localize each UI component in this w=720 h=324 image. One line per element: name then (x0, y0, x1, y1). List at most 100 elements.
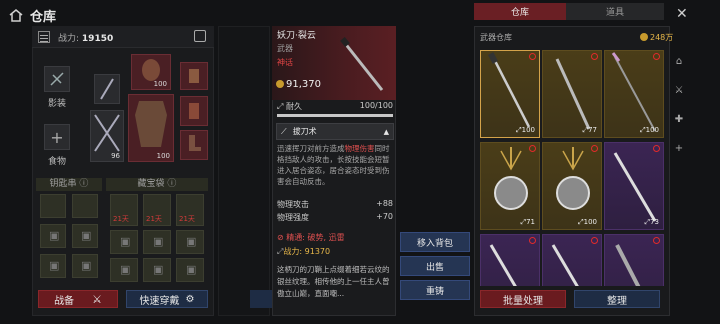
hidden-button[interactable] (250, 290, 272, 308)
save-icon[interactable] (194, 30, 206, 42)
timer-label: 21天 (113, 215, 129, 223)
dagger-icon (100, 78, 114, 100)
warehouse-item-cell[interactable]: ⤢77 (542, 50, 602, 138)
warehouse-home-icon (9, 9, 23, 22)
skill-row[interactable]: ⟋ 拔刀术 ▲ (276, 123, 394, 140)
gloves-slot[interactable] (180, 62, 208, 90)
durability-count: ⤢77 (582, 126, 597, 134)
durability-count: ⤢100 (578, 218, 597, 226)
inventory-grid-bg (218, 26, 270, 316)
spear-icon (611, 52, 656, 132)
armor-slot[interactable]: 100 (128, 94, 174, 162)
food-add-slot[interactable]: + (44, 124, 70, 150)
bracer-icon (189, 103, 199, 119)
sword-filter-icon[interactable]: ⚔ (672, 85, 686, 96)
warehouse-item-cell[interactable] (604, 234, 664, 286)
menu-icon[interactable] (38, 31, 50, 43)
item-lore: 这柄刀的刀鞘上点缀着细若云纹的银丝纹理。相传他的上一任主人曾傲立山巅，直面嘲..… (277, 265, 390, 298)
warehouse-item-cell[interactable] (480, 234, 540, 286)
treasure-slot[interactable]: 21天 (176, 194, 204, 226)
locked-slot: ▣ (176, 230, 204, 254)
sword-icon (613, 152, 657, 222)
treasure-bag-header: 藏宝袋 ⓘ (106, 178, 208, 191)
locked-slot: ▣ (72, 254, 98, 278)
warehouse-item-cell[interactable]: ⤢100 (480, 50, 540, 138)
weapon-swap-icon: ⚔ (92, 292, 102, 306)
helmet-slot[interactable]: 100 (131, 54, 171, 90)
locked-icon (591, 237, 598, 244)
lock-icon: ▣ (153, 235, 164, 248)
skill-icon: ⟋ (281, 126, 287, 136)
page-title: 仓库 (30, 10, 57, 25)
tab-warehouse[interactable]: 仓库 (474, 3, 566, 20)
key-slot[interactable] (72, 194, 98, 218)
item-price: 91,370 (276, 79, 321, 90)
locked-slot: ▣ (40, 254, 66, 278)
katana-icon (488, 52, 531, 128)
locked-icon (653, 145, 660, 152)
collapse-icon: ▲ (383, 127, 389, 136)
warehouse-item-cell[interactable]: ⤢100 (604, 50, 664, 138)
censer-icon (494, 147, 528, 210)
lock-icon: ▣ (49, 229, 60, 242)
coin-icon (640, 33, 648, 41)
coin-icon (276, 80, 284, 88)
lock-icon: ▣ (81, 229, 92, 242)
batch-process-button[interactable]: 批量处理 (480, 290, 566, 308)
sort-button[interactable]: 整理 (574, 290, 660, 308)
bracer-slot[interactable] (180, 96, 208, 126)
lock-icon: ▣ (186, 263, 197, 276)
helmet-durability: 100 (153, 80, 167, 88)
warehouse-item-cell[interactable]: ⤢100 (542, 142, 602, 230)
food-label: 食物 (47, 157, 66, 167)
tab-items[interactable]: 道具 (566, 3, 664, 20)
weapon-durability: 96 (111, 152, 120, 160)
treasure-slot[interactable]: 21天 (143, 194, 171, 226)
locked-icon (529, 237, 536, 244)
timer-label: 21天 (146, 215, 162, 223)
add-icon[interactable]: + (672, 143, 686, 154)
locked-slot: ▣ (176, 258, 204, 282)
locked-icon (529, 145, 536, 152)
skill-description: 迅速挥刀对前方造成物理伤害同时格挡敌人的攻击，长按技能会短暂进入居合姿态，居合姿… (277, 144, 390, 186)
armor-icon (135, 101, 167, 147)
armor-filter-icon[interactable]: ✚ (672, 114, 686, 125)
durability-count: ⤢71 (520, 218, 535, 226)
home-icon[interactable]: ⌂ (672, 56, 686, 67)
close-icon[interactable]: ✕ (676, 6, 688, 22)
appearance-slot[interactable] (44, 66, 70, 92)
sell-button[interactable]: 出售 (400, 256, 470, 276)
locked-icon (653, 53, 660, 60)
warehouse-item-cell[interactable]: ⤢71 (480, 142, 540, 230)
gold-readout: 248万 (640, 32, 673, 43)
battle-ready-button[interactable]: 战备 ⚔ (38, 290, 118, 308)
boots-icon (189, 135, 201, 151)
settings-gear-icon: ⚙ (185, 293, 195, 305)
treasure-slot[interactable]: 21天 (110, 194, 138, 226)
lock-icon: ▣ (120, 263, 131, 276)
warehouse-item-cell[interactable]: ⤢73 (604, 142, 664, 230)
boots-slot[interactable] (180, 130, 208, 160)
durability-count: ⤢73 (644, 218, 659, 226)
warehouse-title: 武器仓库 (480, 33, 512, 42)
dagger-slot[interactable] (94, 74, 120, 104)
move-to-bag-button[interactable]: 移入背包 (400, 232, 470, 252)
lock-icon: ▣ (153, 263, 164, 276)
crossed-swords-icon (94, 114, 120, 152)
timer-label: 21天 (179, 215, 195, 223)
durability-bar (277, 114, 393, 117)
warehouse-item-cell[interactable] (542, 234, 602, 286)
weapon-slot[interactable]: 96 (90, 110, 124, 162)
item-rarity: 神话 (277, 58, 293, 67)
durability-count: ⤢100 (516, 126, 535, 134)
locked-icon (653, 237, 660, 244)
lock-icon: ▣ (49, 259, 60, 272)
locked-slot: ▣ (143, 230, 171, 254)
quick-equip-button[interactable]: 快速穿戴 ⚙ (126, 290, 208, 308)
gloves-icon (189, 69, 199, 83)
censer-icon (556, 147, 590, 210)
key-slot[interactable] (40, 194, 66, 218)
reforge-button[interactable]: 重铸 (400, 280, 470, 300)
action-menu: 移入背包 出售 重铸 (400, 232, 470, 304)
locked-slot: ▣ (110, 230, 138, 254)
